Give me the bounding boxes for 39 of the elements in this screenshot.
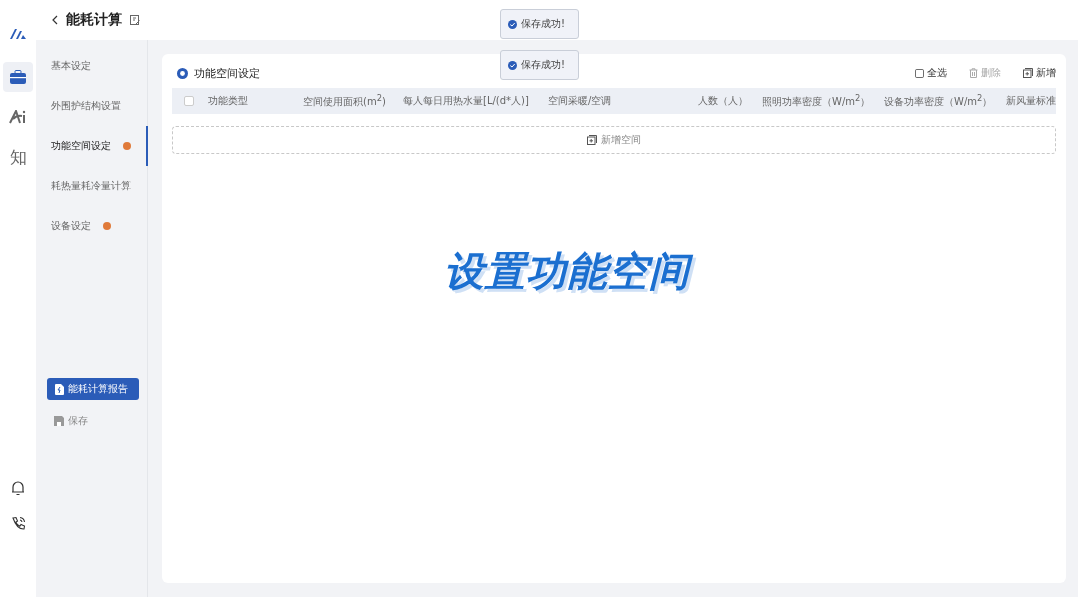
select-all-button[interactable]: 全选 (915, 66, 947, 80)
radio-icon (177, 67, 188, 79)
bell-icon[interactable] (11, 480, 25, 496)
check-icon (508, 60, 517, 70)
add-icon (587, 135, 597, 145)
page-title: 能耗计算 (66, 11, 122, 29)
sidebar-item[interactable]: 耗热量耗冷量计算 (36, 166, 148, 206)
edit-icon[interactable] (130, 15, 140, 25)
toast-text: 保存成功! (521, 17, 565, 31)
column-header: 照明功率密度（W/m$^{2}$） (762, 92, 872, 110)
sidebar-item[interactable]: 设备设定 (36, 206, 148, 246)
briefcase-icon[interactable] (3, 62, 33, 92)
knowledge-icon[interactable]: 知 (3, 142, 33, 172)
column-header: 功能类型 (208, 94, 249, 108)
header-checkbox[interactable] (184, 96, 194, 106)
back-icon[interactable] (52, 15, 58, 25)
column-header: 人数（人） (698, 94, 749, 108)
document-icon (55, 383, 64, 395)
trash-icon (969, 68, 978, 78)
save-button[interactable]: 保存 (54, 414, 88, 428)
add-button[interactable]: 新增 (1023, 66, 1056, 80)
sidebar-item[interactable]: 外围护结构设置 (36, 86, 148, 126)
column-header: 空间采暖/空调 (548, 94, 613, 108)
add-space-button[interactable]: 新增空间 (172, 126, 1056, 154)
sidebar-item[interactable]: 基本设定 (36, 46, 148, 86)
column-header: 新风量标准 (1006, 94, 1056, 108)
column-header: 设备功率密度（W/m$^{2}$） (884, 92, 994, 110)
checkbox-icon (915, 68, 924, 78)
panel-title: 功能空间设定 (194, 65, 260, 81)
column-header: 每人每日用热水量[L/(d*人)] (403, 94, 530, 108)
save-icon (54, 416, 64, 426)
toast-text: 保存成功! (521, 58, 565, 72)
check-icon (508, 19, 517, 29)
add-icon (1023, 68, 1033, 78)
phone-icon[interactable] (10, 516, 26, 531)
sidebar-item[interactable]: 功能空间设定 (36, 126, 148, 166)
logo-icon (9, 28, 27, 40)
report-button[interactable]: 能耗计算报告 (47, 378, 139, 400)
column-header: 空间使用面积(m$^{2}$) (303, 92, 387, 110)
